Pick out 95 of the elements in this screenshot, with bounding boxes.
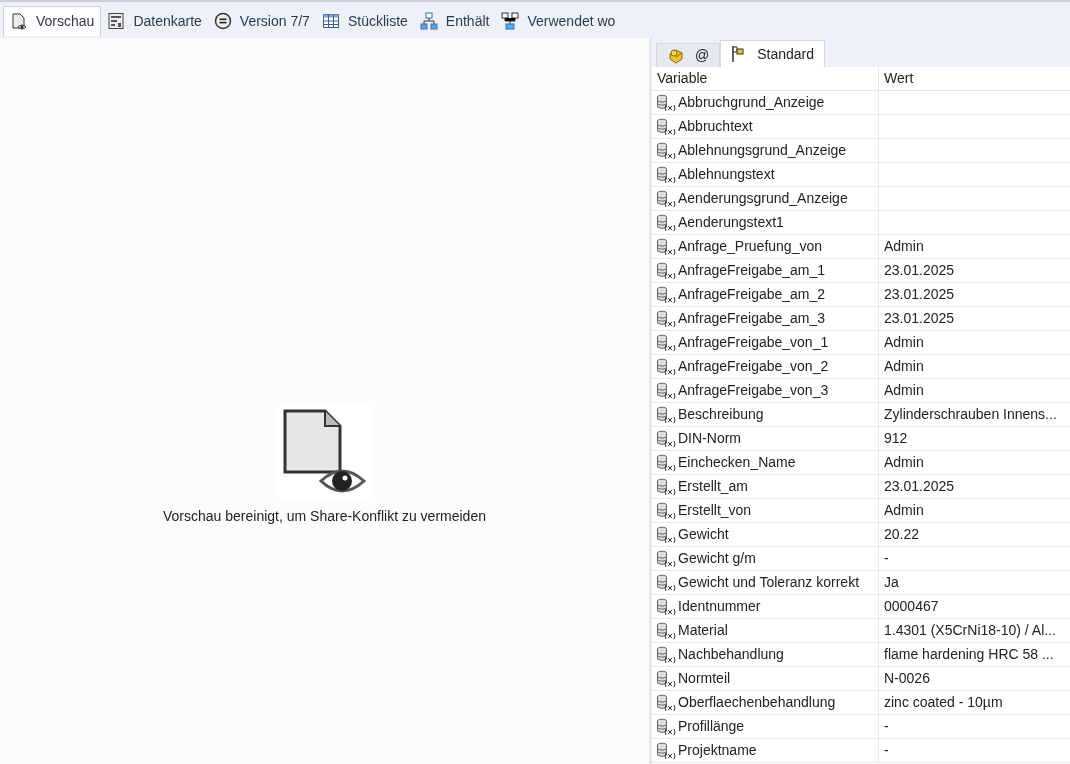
variable-icon [656,597,676,616]
variable-icon [656,669,676,688]
variable-name: Ablehnungstext [678,165,775,184]
value-cell-text: Admin [883,333,925,352]
variable-icon [656,381,676,400]
tab[interactable]: Enthält [413,6,496,36]
variable-icon [656,117,676,136]
value-cell-text: Admin [883,357,925,376]
variable-icon [656,141,676,160]
value-cell-text: N-0026 [883,669,931,688]
variable-icon [656,501,676,520]
value-cell-text: 0000467 [883,597,940,616]
variable-name: AnfrageFreigabe_am_2 [678,285,826,304]
variable-name: Gewicht [678,525,729,544]
value-cell-text: - [883,549,890,568]
variable-icon [656,525,676,544]
value-cell-text: 23.01.2025 [883,309,956,328]
variable-name: DIN-Norm [678,429,741,448]
variable-name: Erstellt_am [678,477,749,496]
variable-icon [656,309,676,328]
value-cell-text: zinc coated - 10µm [883,693,1004,712]
variable-icon [656,165,676,184]
variable-name: AnfrageFreigabe_von_2 [678,357,829,376]
tab[interactable]: Verwendet wo [495,6,622,36]
value-cell-text: 23.01.2025 [883,261,956,280]
variable-icon [656,429,676,448]
variable-icon [656,453,676,472]
variable-icon [656,549,676,568]
tab[interactable]: Version 7/7 [207,6,316,36]
variable-name: Identnummer [678,597,761,616]
variable-icon [656,333,676,352]
value-cell-text: - [883,741,890,760]
variable-icon [656,621,676,640]
data-card-icon [107,12,126,30]
variable-name: Gewicht g/m [678,549,756,568]
variable-name: Profillänge [678,717,745,736]
value-cell-text: 23.01.2025 [883,477,956,496]
value-cell-text: Admin [883,237,925,256]
variable-name: AnfrageFreigabe_von_3 [678,381,829,400]
variable-name: AnfrageFreigabe_am_1 [678,261,826,280]
column-header[interactable]: Variable [652,67,879,90]
variable-name: AnfrageFreigabe_von_1 [678,333,829,352]
column-header[interactable]: Wert [879,68,1070,89]
variable-icon [656,477,676,496]
variable-name: Aenderungstext1 [678,213,784,232]
tab[interactable]: Datenkarte [101,6,208,36]
value-cell-text: Ja [883,573,900,592]
variable-name: Beschreibung [678,405,764,424]
variable-icon [656,189,676,208]
variable-name: Projektname [678,741,757,760]
value-cell-text: Admin [883,501,925,520]
value-cell-text: flame hardening HRC 58 ... [883,645,1055,664]
variable-name: AnfrageFreigabe_am_3 [678,309,826,328]
equals-circle-icon [213,12,232,30]
variable-icon [656,93,676,112]
variable-icon [656,645,676,664]
variable-name: Aenderungsgrund_Anzeige [678,189,848,208]
tab[interactable]: Vorschau [3,6,102,36]
variable-icon [656,717,676,736]
value-cell-text: Admin [883,453,925,472]
preview-message: Vorschau bereinigt, um Share-Konflikt zu vermeiden [163,506,486,526]
variable-icon [656,213,676,232]
variable-name: Abbruchgrund_Anzeige [678,93,825,112]
value-cell-text: 23.01.2025 [883,285,956,304]
variable-icon [656,693,676,712]
variable-icon [656,573,676,592]
value-cell-text: Admin [883,381,925,400]
tab[interactable]: @ [656,43,721,67]
variable-name: Anfrage_Pruefung_von [678,237,822,256]
variable-name: Ablehnungsgrund_Anzeige [678,141,847,160]
variable-name: Nachbehandlung [678,645,784,664]
variable-icon [656,357,676,376]
document-preview-icon [10,12,28,31]
variable-icon [656,741,676,760]
variable-icon [656,285,676,304]
variable-name: Gewicht und Toleranz korrekt [678,573,860,592]
hierarchy-icon [501,12,520,30]
value-cell-text: Zylinderschrauben Innens... [883,405,1058,424]
value-cell-text: 1.4301 (X5CrNi18-10) / Al... [883,621,1057,640]
variable-name: Abbruchtext [678,117,753,136]
variable-name: Normteil [678,669,731,688]
variable-name: Material [678,621,728,640]
value-cell-text: - [883,717,890,736]
table-icon [321,12,340,30]
tab[interactable]: Standard [720,40,826,67]
value-cell-text: 20.22 [883,525,921,544]
variable-name: Oberflaechenbehandlung [678,693,836,712]
hierarchy-icon [419,12,438,30]
value-cell-text: 912 [883,429,909,448]
variable-icon [656,405,676,424]
variable-icon [656,237,676,256]
tab[interactable]: Stückliste [315,6,414,36]
variable-icon [656,261,676,280]
variable-name: Erstellt_von [678,501,752,520]
variable-name: Einchecken_Name [678,453,796,472]
